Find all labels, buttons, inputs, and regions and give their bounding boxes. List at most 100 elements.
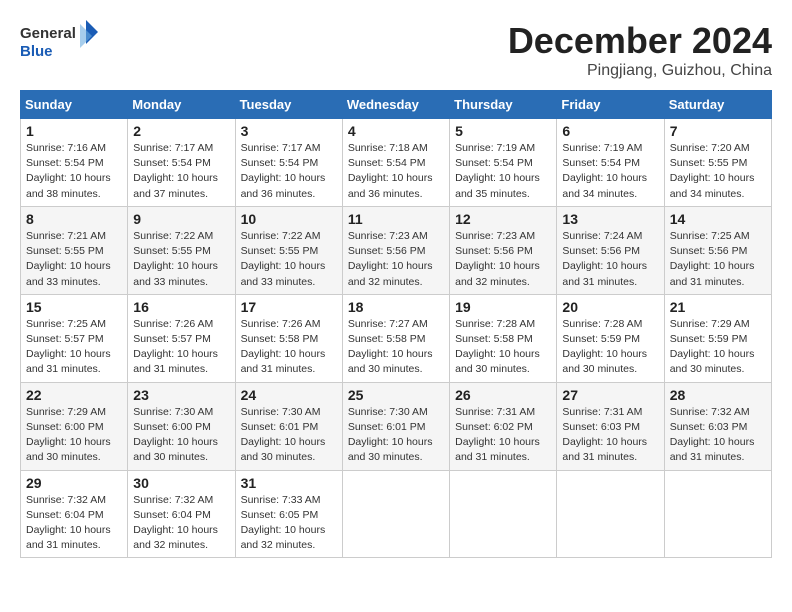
calendar-cell (342, 470, 449, 558)
calendar-cell: 27 Sunrise: 7:31 AM Sunset: 6:03 PM Dayl… (557, 382, 664, 470)
day-info: Sunrise: 7:25 AM Sunset: 5:56 PM Dayligh… (670, 229, 766, 290)
svg-text:General: General (20, 25, 76, 42)
month-title: December 2024 (508, 20, 772, 62)
day-info: Sunrise: 7:22 AM Sunset: 5:55 PM Dayligh… (133, 229, 229, 290)
calendar-cell: 7 Sunrise: 7:20 AM Sunset: 5:55 PM Dayli… (664, 119, 771, 207)
day-number: 18 (348, 299, 444, 315)
calendar-cell: 21 Sunrise: 7:29 AM Sunset: 5:59 PM Dayl… (664, 294, 771, 382)
day-number: 24 (241, 387, 337, 403)
day-number: 8 (26, 211, 122, 227)
calendar-cell: 26 Sunrise: 7:31 AM Sunset: 6:02 PM Dayl… (450, 382, 557, 470)
calendar-cell: 12 Sunrise: 7:23 AM Sunset: 5:56 PM Dayl… (450, 206, 557, 294)
day-info: Sunrise: 7:30 AM Sunset: 6:01 PM Dayligh… (241, 405, 337, 466)
calendar-cell: 10 Sunrise: 7:22 AM Sunset: 5:55 PM Dayl… (235, 206, 342, 294)
day-info: Sunrise: 7:28 AM Sunset: 5:58 PM Dayligh… (455, 317, 551, 378)
header-monday: Monday (128, 91, 235, 119)
day-info: Sunrise: 7:20 AM Sunset: 5:55 PM Dayligh… (670, 141, 766, 202)
day-info: Sunrise: 7:29 AM Sunset: 5:59 PM Dayligh… (670, 317, 766, 378)
day-number: 14 (670, 211, 766, 227)
calendar-cell: 17 Sunrise: 7:26 AM Sunset: 5:58 PM Dayl… (235, 294, 342, 382)
calendar-cell: 19 Sunrise: 7:28 AM Sunset: 5:58 PM Dayl… (450, 294, 557, 382)
title-section: December 2024 Pingjiang, Guizhou, China (508, 20, 772, 80)
calendar-cell: 6 Sunrise: 7:19 AM Sunset: 5:54 PM Dayli… (557, 119, 664, 207)
calendar-cell: 22 Sunrise: 7:29 AM Sunset: 6:00 PM Dayl… (21, 382, 128, 470)
calendar-cell: 8 Sunrise: 7:21 AM Sunset: 5:55 PM Dayli… (21, 206, 128, 294)
header-friday: Friday (557, 91, 664, 119)
calendar-cell: 29 Sunrise: 7:32 AM Sunset: 6:04 PM Dayl… (21, 470, 128, 558)
day-number: 16 (133, 299, 229, 315)
calendar-cell: 31 Sunrise: 7:33 AM Sunset: 6:05 PM Dayl… (235, 470, 342, 558)
svg-text:Blue: Blue (20, 43, 53, 60)
calendar-cell: 23 Sunrise: 7:30 AM Sunset: 6:00 PM Dayl… (128, 382, 235, 470)
calendar-cell: 9 Sunrise: 7:22 AM Sunset: 5:55 PM Dayli… (128, 206, 235, 294)
day-info: Sunrise: 7:25 AM Sunset: 5:57 PM Dayligh… (26, 317, 122, 378)
calendar-cell: 20 Sunrise: 7:28 AM Sunset: 5:59 PM Dayl… (557, 294, 664, 382)
calendar-week-row: 22 Sunrise: 7:29 AM Sunset: 6:00 PM Dayl… (21, 382, 772, 470)
day-number: 17 (241, 299, 337, 315)
calendar-cell: 16 Sunrise: 7:26 AM Sunset: 5:57 PM Dayl… (128, 294, 235, 382)
day-info: Sunrise: 7:31 AM Sunset: 6:03 PM Dayligh… (562, 405, 658, 466)
day-number: 29 (26, 475, 122, 491)
calendar-cell: 30 Sunrise: 7:32 AM Sunset: 6:04 PM Dayl… (128, 470, 235, 558)
calendar-week-row: 8 Sunrise: 7:21 AM Sunset: 5:55 PM Dayli… (21, 206, 772, 294)
day-info: Sunrise: 7:30 AM Sunset: 6:01 PM Dayligh… (348, 405, 444, 466)
day-number: 3 (241, 123, 337, 139)
day-info: Sunrise: 7:23 AM Sunset: 5:56 PM Dayligh… (348, 229, 444, 290)
calendar-cell: 14 Sunrise: 7:25 AM Sunset: 5:56 PM Dayl… (664, 206, 771, 294)
day-info: Sunrise: 7:17 AM Sunset: 5:54 PM Dayligh… (133, 141, 229, 202)
day-number: 12 (455, 211, 551, 227)
header-thursday: Thursday (450, 91, 557, 119)
calendar-cell: 2 Sunrise: 7:17 AM Sunset: 5:54 PM Dayli… (128, 119, 235, 207)
calendar-cell: 1 Sunrise: 7:16 AM Sunset: 5:54 PM Dayli… (21, 119, 128, 207)
day-number: 28 (670, 387, 766, 403)
day-info: Sunrise: 7:32 AM Sunset: 6:04 PM Dayligh… (133, 493, 229, 554)
calendar-cell: 24 Sunrise: 7:30 AM Sunset: 6:01 PM Dayl… (235, 382, 342, 470)
day-number: 15 (26, 299, 122, 315)
day-info: Sunrise: 7:23 AM Sunset: 5:56 PM Dayligh… (455, 229, 551, 290)
calendar-week-row: 29 Sunrise: 7:32 AM Sunset: 6:04 PM Dayl… (21, 470, 772, 558)
day-number: 1 (26, 123, 122, 139)
header-tuesday: Tuesday (235, 91, 342, 119)
day-info: Sunrise: 7:27 AM Sunset: 5:58 PM Dayligh… (348, 317, 444, 378)
day-info: Sunrise: 7:24 AM Sunset: 5:56 PM Dayligh… (562, 229, 658, 290)
day-number: 6 (562, 123, 658, 139)
day-info: Sunrise: 7:19 AM Sunset: 5:54 PM Dayligh… (562, 141, 658, 202)
header-section: General Blue December 2024 Pingjiang, Gu… (20, 20, 772, 80)
day-info: Sunrise: 7:30 AM Sunset: 6:00 PM Dayligh… (133, 405, 229, 466)
day-number: 2 (133, 123, 229, 139)
day-info: Sunrise: 7:16 AM Sunset: 5:54 PM Dayligh… (26, 141, 122, 202)
calendar-cell: 3 Sunrise: 7:17 AM Sunset: 5:54 PM Dayli… (235, 119, 342, 207)
day-number: 21 (670, 299, 766, 315)
day-number: 23 (133, 387, 229, 403)
day-number: 30 (133, 475, 229, 491)
calendar-cell (557, 470, 664, 558)
day-info: Sunrise: 7:32 AM Sunset: 6:03 PM Dayligh… (670, 405, 766, 466)
day-number: 13 (562, 211, 658, 227)
calendar-cell: 15 Sunrise: 7:25 AM Sunset: 5:57 PM Dayl… (21, 294, 128, 382)
header-saturday: Saturday (664, 91, 771, 119)
logo: General Blue (20, 20, 100, 65)
day-number: 9 (133, 211, 229, 227)
calendar-cell (450, 470, 557, 558)
calendar-table: Sunday Monday Tuesday Wednesday Thursday… (20, 90, 772, 558)
calendar-cell: 11 Sunrise: 7:23 AM Sunset: 5:56 PM Dayl… (342, 206, 449, 294)
day-number: 27 (562, 387, 658, 403)
header-wednesday: Wednesday (342, 91, 449, 119)
day-info: Sunrise: 7:26 AM Sunset: 5:57 PM Dayligh… (133, 317, 229, 378)
day-number: 22 (26, 387, 122, 403)
day-info: Sunrise: 7:31 AM Sunset: 6:02 PM Dayligh… (455, 405, 551, 466)
day-info: Sunrise: 7:19 AM Sunset: 5:54 PM Dayligh… (455, 141, 551, 202)
calendar-header-row: Sunday Monday Tuesday Wednesday Thursday… (21, 91, 772, 119)
day-info: Sunrise: 7:28 AM Sunset: 5:59 PM Dayligh… (562, 317, 658, 378)
calendar-week-row: 1 Sunrise: 7:16 AM Sunset: 5:54 PM Dayli… (21, 119, 772, 207)
day-number: 19 (455, 299, 551, 315)
day-number: 7 (670, 123, 766, 139)
location-title: Pingjiang, Guizhou, China (508, 62, 772, 80)
calendar-cell (664, 470, 771, 558)
calendar-cell: 4 Sunrise: 7:18 AM Sunset: 5:54 PM Dayli… (342, 119, 449, 207)
day-info: Sunrise: 7:29 AM Sunset: 6:00 PM Dayligh… (26, 405, 122, 466)
calendar-cell: 13 Sunrise: 7:24 AM Sunset: 5:56 PM Dayl… (557, 206, 664, 294)
header-sunday: Sunday (21, 91, 128, 119)
day-info: Sunrise: 7:33 AM Sunset: 6:05 PM Dayligh… (241, 493, 337, 554)
calendar-cell: 18 Sunrise: 7:27 AM Sunset: 5:58 PM Dayl… (342, 294, 449, 382)
